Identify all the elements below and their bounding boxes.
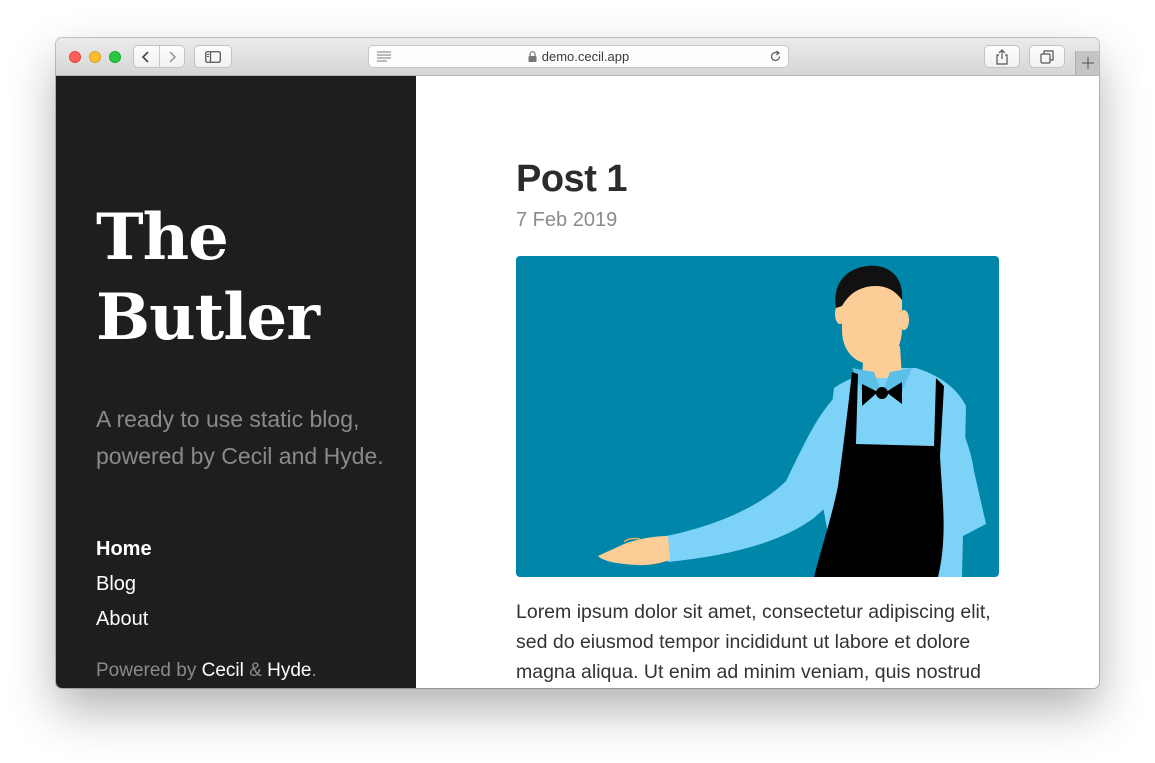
site-nav: Home Blog About xyxy=(96,534,152,639)
show-tabs-button[interactable] xyxy=(1029,45,1065,68)
powered-prefix: Powered by xyxy=(96,660,202,681)
history-nav-group xyxy=(133,45,185,68)
powered-by: Powered by Cecil & Hyde. xyxy=(96,658,317,684)
chevron-left-icon xyxy=(142,50,150,63)
butler-illustration xyxy=(516,256,999,577)
url-text: demo.cecil.app xyxy=(541,49,630,64)
lock-icon xyxy=(528,51,537,62)
nav-link-home[interactable]: Home xyxy=(96,538,152,560)
site-tagline: A ready to use static blog, powered by C… xyxy=(96,406,384,469)
minimize-window-button[interactable] xyxy=(89,51,101,63)
nav-item-about: About xyxy=(96,604,152,639)
post-image xyxy=(516,256,999,577)
sidebar-toggle-button[interactable] xyxy=(194,45,232,68)
address-bar[interactable]: demo.cecil.app xyxy=(368,45,789,68)
sidebar-icon xyxy=(205,50,221,63)
zoom-window-button[interactable] xyxy=(109,51,121,63)
share-icon xyxy=(996,48,1008,65)
browser-toolbar: demo.cecil.app xyxy=(56,38,1099,76)
site-title-line-2: Butler xyxy=(96,280,320,355)
forward-button[interactable] xyxy=(158,46,184,67)
powered-suffix: . xyxy=(311,660,317,681)
post-title[interactable]: Post 1 xyxy=(516,156,628,202)
site-title[interactable]: The Butler xyxy=(96,198,396,358)
site-sidebar: The Butler A ready to use static blog, p… xyxy=(56,76,416,688)
nav-item-home: Home xyxy=(96,534,152,569)
site-title-line-1: The xyxy=(96,200,229,275)
reload-icon[interactable] xyxy=(769,50,782,63)
tabs-overview-icon xyxy=(1040,49,1054,64)
browser-window: demo.cecil.app The Butler A ready to use… xyxy=(56,38,1099,688)
new-tab-button[interactable] xyxy=(1075,51,1099,75)
back-button[interactable] xyxy=(134,46,159,67)
cecil-link[interactable]: Cecil xyxy=(202,660,244,681)
post-date: 7 Feb 2019 xyxy=(516,209,618,231)
post-body: Lorem ipsum dolor sit amet, consectetur … xyxy=(516,601,991,683)
hyde-link[interactable]: Hyde xyxy=(267,660,311,681)
powered-separator: & xyxy=(243,660,268,681)
main-content: Post 1 7 Feb 2019 Lorem ipsum dolor sit … xyxy=(416,76,1099,688)
close-window-button[interactable] xyxy=(69,51,81,63)
nav-link-about[interactable]: About xyxy=(96,608,148,630)
nav-item-blog: Blog xyxy=(96,569,152,604)
url-display: demo.cecil.app xyxy=(369,46,788,67)
share-button[interactable] xyxy=(984,45,1020,68)
plus-icon xyxy=(1081,57,1094,69)
chevron-right-icon xyxy=(169,50,177,63)
nav-link-blog[interactable]: Blog xyxy=(96,573,136,595)
